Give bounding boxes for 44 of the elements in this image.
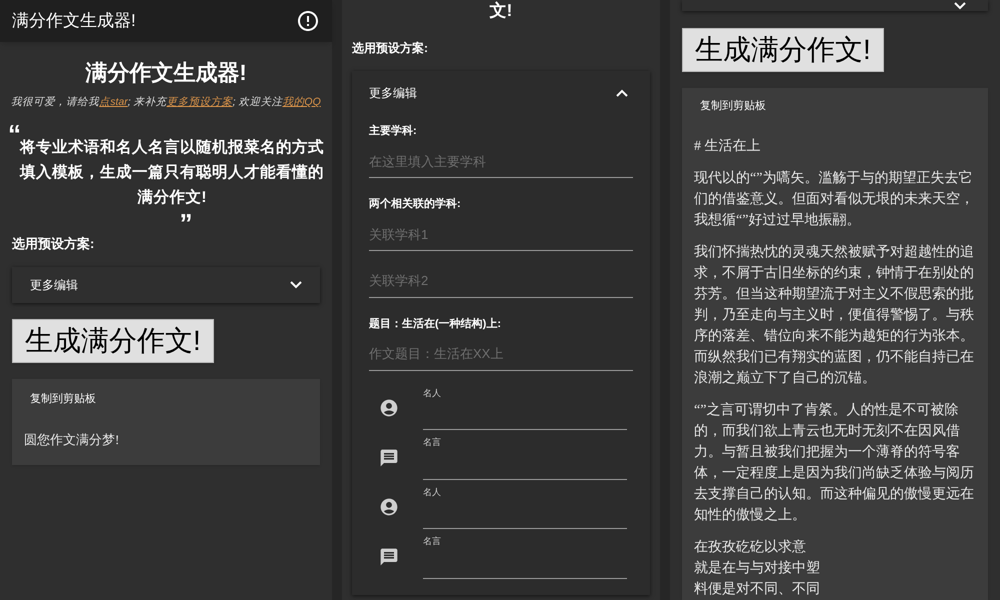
text-field[interactable]: 在这里填入主要学科 (369, 146, 633, 178)
copy-button[interactable]: 复制到剪贴板 (24, 389, 102, 410)
field-label: 两个相关联的学科: (369, 196, 462, 212)
essay-line: 在孜孜矻矻以求意 (694, 538, 806, 557)
text-field[interactable]: 关联学科1 (369, 218, 633, 251)
tagline-link[interactable]: 点star (99, 96, 128, 108)
preset-label: 选用预设方案: (11, 234, 96, 253)
page-heading: 满分作文生成器! (84, 59, 248, 87)
generate-button[interactable]: 生成满分作文! (682, 28, 884, 72)
essay-title: # 生活在上 (694, 138, 762, 156)
entry-label: 名人 (423, 386, 442, 400)
output-text: 圆您作文满分梦! (24, 430, 120, 449)
info-icon[interactable] (296, 9, 320, 33)
app-title: 满分作文生成器! (12, 10, 136, 32)
person-icon (379, 398, 399, 418)
essay-line: 就是在与与对接中塑 (694, 559, 820, 578)
copy-button[interactable]: 复制到剪贴板 (694, 96, 772, 116)
essay-paragraph: “”之言可谓切中了肯綮。人的性是不可被除的，而我们欲上青云也无时无刻不在因风借力。与暂且被我们把握为一个薄脊的符号客体，一定程度上是因为我们尚缺乏体验与阅历去支撑自己的认知。而这种偏见的傲慢更远在知性的傲慢之上。 (694, 401, 975, 525)
field-label: 主要学科: (369, 124, 418, 139)
quote-mark-icon: ” (180, 210, 192, 224)
heading-text: 文! (488, 2, 514, 19)
message-icon (379, 448, 399, 468)
quote-mark-icon: “ (8, 120, 21, 135)
preset-label: 选用预设方案: (351, 40, 429, 57)
quote-text: 将专业术语和名人名言以随机报菜名的方式填入模板，生成一篇只有聪明人才能看懂的满分作文! (18, 138, 324, 208)
text-field[interactable]: 关联学科2 (369, 265, 633, 298)
essay-line: 料便是对不同、不同 (694, 580, 820, 599)
text-field[interactable]: 作文题目：生活在XX上 (369, 338, 633, 370)
field-label: 题目：生活在(一种结构)上: (369, 316, 502, 332)
essay-paragraph: 现代以的“”为嚆矢。滥觞于与的期望正失去它们的借鉴意义。但面对看似无垠的未来天空，我想循“”好过过早地振翮。 (694, 169, 975, 230)
entry-label: 名言 (423, 436, 442, 449)
tagline-link[interactable]: 更多预设方案 (166, 96, 233, 108)
tagline-link[interactable]: 我的QQ (282, 96, 321, 108)
essay-paragraph: 我们怀揣热忱的灵魂天然被赋予对超越性的追求，不屑于古旧坐标的约束，钟情于在别处的芬芳。但当这种期望流于对主义不假思索的批判，乃至走向与主义时，便值得警惕了。与秩序的落差、错位向来不能为越矩的行为张本。而纵然我们已有翔实的蓝图，仍不能自持已在浪潮之巅立下了自己的沉锚。 (694, 244, 975, 388)
message-icon (379, 546, 399, 567)
entry-label: 名人 (423, 486, 442, 498)
person-icon (379, 497, 399, 518)
entry-label: 名言 (423, 535, 442, 548)
accordion-header[interactable]: 更多编辑 (352, 71, 650, 115)
generate-button[interactable]: 生成满分作文! (12, 319, 214, 364)
accordion-label: 更多编辑 (30, 277, 78, 294)
tagline: 我很可爱，请给我点star; 来补充更多预设方案; 欢迎关注我的QQ (10, 95, 322, 110)
accordion-label: 更多编辑 (369, 85, 417, 102)
accordion-header[interactable]: 更多编辑 (12, 267, 320, 304)
